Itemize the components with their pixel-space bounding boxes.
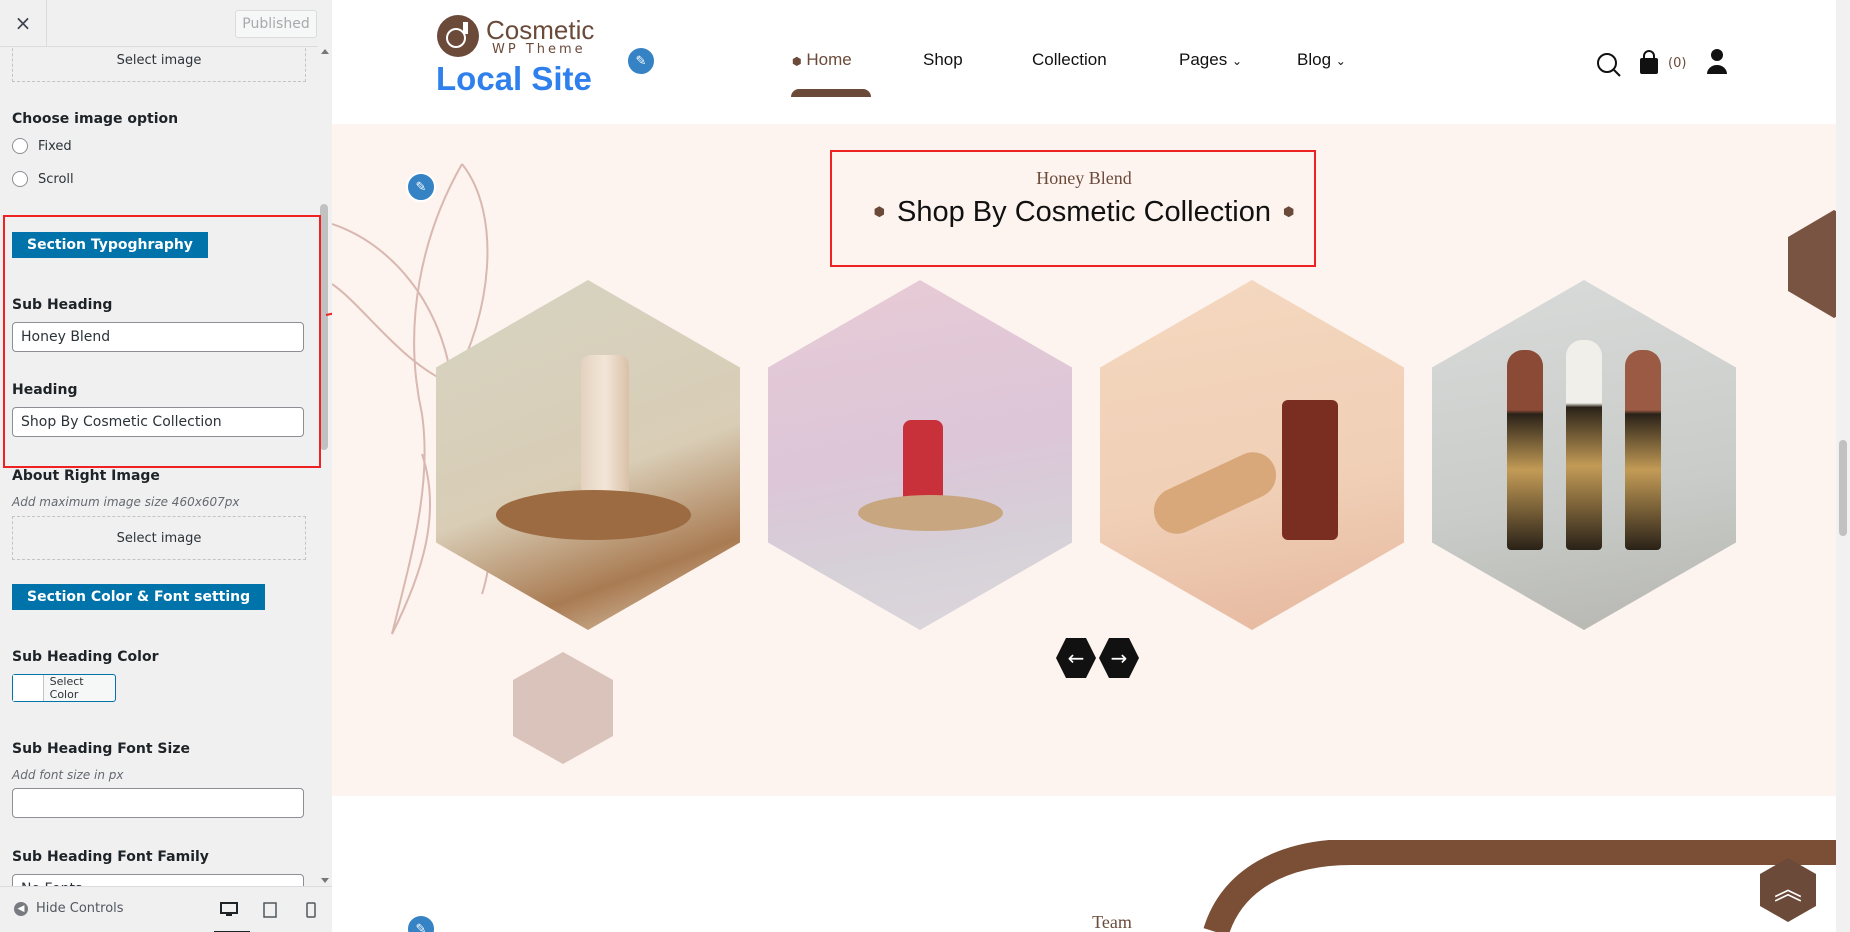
desktop-icon[interactable]	[218, 899, 240, 921]
team-section-arc	[1203, 840, 1836, 932]
lipstick-3-art	[1625, 350, 1661, 550]
color-swatch	[13, 675, 44, 701]
edit-shortcut-icon[interactable]: ✎	[406, 172, 436, 202]
radio-scroll[interactable]: Scroll	[12, 171, 74, 187]
collapse-icon: ◀	[14, 901, 28, 916]
nav-shop[interactable]: Shop	[923, 50, 963, 70]
logo-name: Cosmetic	[486, 14, 595, 45]
section-color-font-tag: Section Color & Font setting	[12, 584, 266, 610]
highlight-box-typography	[3, 215, 321, 468]
site-logo[interactable]: Cosmetic WP Theme	[436, 14, 594, 58]
sidebar-scroll-thumb[interactable]	[320, 204, 328, 450]
select-color-label: Select Color	[49, 675, 84, 701]
logo-text: Cosmetic WP Theme	[486, 17, 594, 56]
customizer-topbar: × Published	[0, 0, 332, 47]
collection-image-2[interactable]	[768, 280, 1072, 630]
hide-controls-label: Hide Controls	[36, 901, 124, 916]
nav-active-indicator	[791, 89, 871, 97]
nav-home-label: Home	[806, 50, 852, 69]
decorative-hexagon-right	[1788, 210, 1836, 318]
radio-circle[interactable]	[12, 138, 28, 154]
nav-blog-label: Blog	[1297, 50, 1332, 69]
customizer-sidebar: × Published Select image Choose image op…	[0, 0, 333, 932]
nav-pages[interactable]: Pages ⌄	[1179, 50, 1242, 70]
published-button[interactable]: Published	[235, 10, 317, 38]
tablet-icon[interactable]	[259, 899, 281, 921]
cart-icon[interactable]	[1638, 50, 1660, 80]
cart-count: (0)	[1668, 56, 1687, 71]
arrow-left-icon: ←	[1067, 646, 1085, 670]
arrow-right-icon: →	[1110, 646, 1128, 670]
logo-icon	[437, 15, 479, 57]
radio-fixed-label: Fixed	[38, 138, 72, 154]
nav-home[interactable]: ⬢ Home	[792, 50, 852, 70]
collection-image-3[interactable]	[1100, 280, 1404, 630]
sub-heading-font-size-desc: Add font size in px	[12, 768, 124, 782]
team-sub-heading: Team	[1092, 912, 1132, 932]
carousel-prev-button[interactable]: ←	[1056, 638, 1096, 678]
radio-circle[interactable]	[12, 171, 28, 187]
wood-stand-art	[496, 490, 691, 540]
page-scroll-thumb[interactable]	[1839, 440, 1847, 536]
about-right-image-label: About Right Image	[12, 468, 160, 484]
image-option-label: Choose image option	[12, 111, 179, 127]
decorative-hexagon-left	[513, 652, 613, 764]
double-chevron-up-icon: ︽	[1773, 873, 1802, 906]
about-select-image-button[interactable]: Select image	[12, 516, 306, 560]
collection-section: ✎ Honey Blend ⬢ Shop By Cosmetic Collect…	[332, 124, 1836, 796]
site-preview: Cosmetic WP Theme Local Site ✎ ⬢ Home Sh…	[332, 0, 1836, 932]
chevron-down-icon: ⌄	[1335, 54, 1346, 68]
customizer-footer: ◀ Hide Controls	[0, 886, 332, 932]
radio-scroll-label: Scroll	[38, 171, 74, 187]
radio-fixed[interactable]: Fixed	[12, 138, 72, 154]
edit-shortcut-icon[interactable]: ✎	[406, 914, 436, 932]
user-icon[interactable]	[1706, 48, 1728, 80]
edit-shortcut-icon[interactable]: ✎	[626, 46, 656, 76]
about-right-image-desc: Add maximum image size 460x607px	[12, 495, 240, 509]
lipstick-1-art	[1507, 350, 1543, 550]
sub-heading-font-family-select[interactable]: No Fonts	[12, 874, 304, 886]
hex-bullet-icon: ⬢	[792, 56, 802, 68]
collection-image-4[interactable]	[1432, 280, 1736, 630]
nav-blog[interactable]: Blog ⌄	[1297, 50, 1346, 70]
sub-heading-color-label: Sub Heading Color	[12, 649, 159, 665]
mobile-icon[interactable]	[300, 899, 322, 921]
sub-heading-font-size-input[interactable]	[12, 788, 304, 818]
sub-heading-font-size-label: Sub Heading Font Size	[12, 741, 190, 757]
lipstick-2-art	[1566, 340, 1602, 550]
logo-tagline: WP Theme	[492, 41, 586, 57]
select-color-button[interactable]: Select Color	[12, 674, 116, 702]
chevron-down-icon: ⌄	[1231, 54, 1242, 68]
nav-pages-label: Pages	[1179, 50, 1228, 69]
hide-controls-button[interactable]: ◀ Hide Controls	[14, 901, 124, 916]
pump-bottle-art	[1282, 400, 1338, 540]
sub-heading-font-family-label: Sub Heading Font Family	[12, 849, 209, 865]
carousel-next-button[interactable]: →	[1099, 638, 1139, 678]
wood-slice-art	[858, 495, 1003, 531]
close-icon[interactable]: ×	[0, 0, 47, 46]
hair-brush-art	[1146, 444, 1284, 542]
serum-bottle-art	[581, 355, 629, 505]
search-icon[interactable]	[1596, 52, 1622, 82]
site-header: Cosmetic WP Theme Local Site ✎ ⬢ Home Sh…	[332, 0, 1836, 124]
highlight-box-heading	[830, 150, 1316, 267]
site-title[interactable]: Local Site	[436, 60, 592, 98]
select-image-button[interactable]: Select image	[12, 46, 306, 82]
nav-collection[interactable]: Collection	[1032, 50, 1107, 70]
